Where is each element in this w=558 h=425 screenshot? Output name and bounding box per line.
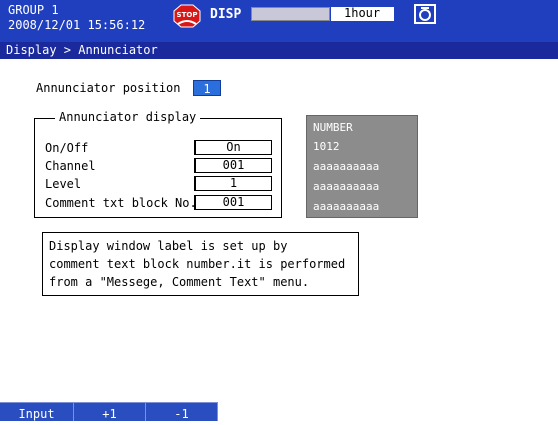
preview-line: aaaaaaaaaa (313, 200, 380, 213)
disp-bar (251, 7, 330, 21)
help-line: comment text block number.it is performe… (49, 257, 346, 271)
breadcrumb: Display > Annunciator (0, 42, 558, 59)
help-line: from a "Messege, Comment Text" menu. (49, 275, 310, 289)
help-line: Display window label is set up by (49, 239, 288, 253)
preview-line: aaaaaaaaaa (313, 160, 380, 173)
group-name: GROUP 1 (8, 3, 59, 17)
softkey-minus-one[interactable]: -1 (146, 402, 218, 421)
screen: GROUP 1 2008/12/01 15:56:12 STOP DISP 1h… (0, 0, 558, 421)
softkey-input[interactable]: Input (0, 402, 74, 421)
channel-label: Channel (45, 159, 96, 173)
help-text-box: Display window label is set up by commen… (42, 232, 359, 296)
on-off-field[interactable]: On (194, 140, 272, 155)
level-label: Level (45, 177, 82, 191)
annunciator-display-title: Annunciator display (55, 110, 201, 124)
disp-value: 1hour (331, 7, 394, 21)
channel-field[interactable]: 001 (194, 158, 272, 173)
softkey-plus-one[interactable]: +1 (74, 402, 146, 421)
on-off-label: On/Off (45, 141, 89, 155)
datetime: 2008/12/01 15:56:12 (8, 18, 146, 32)
annunciator-position-field[interactable]: 1 (193, 80, 221, 96)
comment-block-label: Comment txt block No. (45, 196, 197, 210)
preview-line: NUMBER (313, 121, 353, 134)
annunciator-preview: NUMBER 1012 aaaaaaaaaa aaaaaaaaaa aaaaaa… (306, 115, 418, 218)
camera-icon[interactable] (414, 4, 436, 24)
disp-label: DISP (210, 7, 242, 22)
svg-text:STOP: STOP (177, 11, 198, 19)
comment-block-field[interactable]: 001 (194, 195, 272, 210)
level-field[interactable]: 1 (194, 176, 272, 191)
preview-line: 1012 (313, 140, 340, 153)
status-bar: GROUP 1 2008/12/01 15:56:12 STOP DISP 1h… (0, 0, 558, 42)
group-info: GROUP 1 2008/12/01 15:56:12 (8, 3, 145, 33)
annunciator-position-label: Annunciator position (36, 81, 181, 95)
stop-status-icon: STOP (173, 4, 201, 28)
preview-line: aaaaaaaaaa (313, 180, 380, 193)
